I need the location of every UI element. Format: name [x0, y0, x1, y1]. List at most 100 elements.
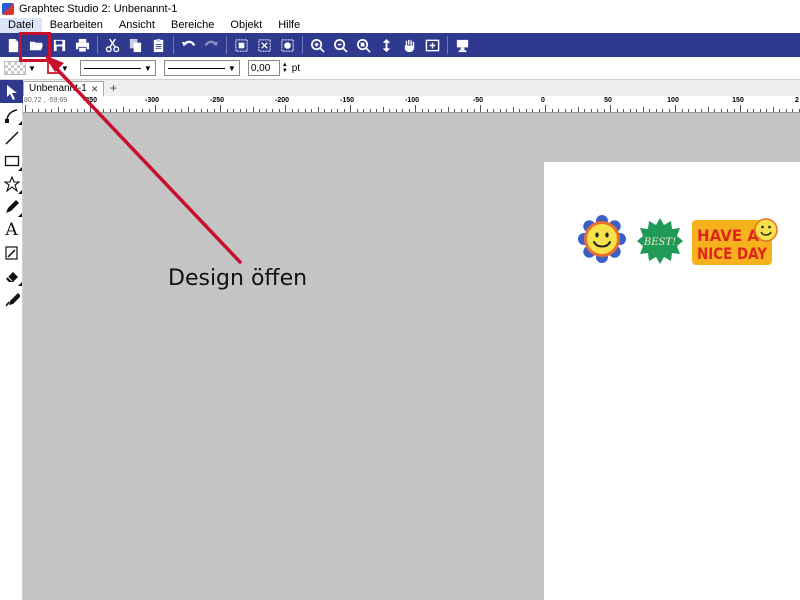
- nice-day-line-2: NICE DAY: [697, 244, 767, 263]
- ruler-tick: [714, 109, 715, 112]
- ruler-tick: [408, 109, 410, 112]
- ruler-tick: [480, 105, 481, 112]
- cut-icon[interactable]: [101, 34, 124, 56]
- ruler-tick: [512, 107, 514, 112]
- line-width-input[interactable]: [247, 60, 280, 76]
- ruler-tick: [506, 109, 507, 112]
- ruler-tick: [51, 109, 52, 112]
- ruler-tick: [441, 109, 442, 112]
- ruler-tick: [558, 109, 559, 112]
- pan-hand-icon[interactable]: [398, 34, 421, 56]
- ruler-tick: [571, 109, 572, 112]
- fill-color-swatch[interactable]: [4, 61, 26, 75]
- menu-datei[interactable]: Datei: [0, 18, 42, 33]
- ruler-tick: [746, 109, 748, 112]
- menu-objekt[interactable]: Objekt: [222, 18, 270, 33]
- trace-image-icon[interactable]: [0, 241, 23, 264]
- ruler-tick: [798, 109, 800, 112]
- line-style-select[interactable]: ▼: [79, 60, 156, 76]
- menu-bar: Datei Bearbeiten Ansicht Bereiche Objekt…: [0, 18, 800, 33]
- nice-day-sticker[interactable]: HAVE A NICE DAY: [691, 217, 779, 267]
- ungroup-icon[interactable]: [253, 34, 276, 56]
- ruler-tick: [519, 109, 520, 112]
- line-end-select[interactable]: ▼: [163, 60, 240, 76]
- paste-icon[interactable]: [147, 34, 170, 56]
- zoom-page-icon[interactable]: [421, 34, 444, 56]
- smiley-flower-sticker[interactable]: [578, 215, 626, 263]
- ruler-tick: [454, 109, 455, 112]
- trace-icon[interactable]: [276, 34, 299, 56]
- ruler-tick: [460, 109, 462, 112]
- move-icon[interactable]: [375, 34, 398, 56]
- menu-bearbeiten[interactable]: Bearbeiten: [42, 18, 111, 33]
- line-width-stepper[interactable]: ▲ ▼: [282, 62, 288, 74]
- star-tool-icon[interactable]: [0, 172, 23, 195]
- menu-ansicht[interactable]: Ansicht: [111, 18, 163, 33]
- fill-dropdown-arrow-icon[interactable]: ▼: [28, 64, 36, 73]
- nice-day-line-1: HAVE A: [697, 226, 760, 245]
- ruler-tick: [272, 109, 273, 112]
- ruler-tick: [174, 109, 176, 112]
- menu-hilfe[interactable]: Hilfe: [270, 18, 308, 33]
- send-to-cutter-icon[interactable]: [451, 34, 474, 56]
- toolbar-separator: [97, 36, 98, 54]
- ruler-label: 2: [795, 97, 799, 104]
- tab-unbenannt-1[interactable]: Unbenannt-1 ✕: [23, 81, 105, 96]
- zoom-fit-icon[interactable]: [352, 34, 375, 56]
- ruler-tick: [766, 109, 767, 112]
- text-tool-icon[interactable]: A: [0, 218, 23, 241]
- undo-icon[interactable]: [177, 34, 200, 56]
- toolbar-separator: [302, 36, 303, 54]
- best-badge-sticker[interactable]: BEST!: [636, 217, 684, 265]
- open-button-highlight: [19, 32, 51, 62]
- ruler-label: -300: [144, 97, 160, 104]
- ruler-tick: [610, 105, 611, 112]
- chevron-down-icon: ▼: [143, 63, 152, 73]
- close-icon[interactable]: ✕: [91, 82, 99, 96]
- ruler-tick: [389, 109, 390, 112]
- ruler-tick: [38, 109, 39, 112]
- group-icon[interactable]: [230, 34, 253, 56]
- node-edit-icon[interactable]: [0, 103, 23, 126]
- line-tool-icon[interactable]: [0, 126, 23, 149]
- ruler-tick: [701, 109, 702, 112]
- horizontal-ruler[interactable]: -350 -300 -250 -200 -150 -100 -50 0 50 1…: [23, 96, 800, 113]
- redo-icon[interactable]: [200, 34, 223, 56]
- stroke-color-swatch[interactable]: [46, 62, 59, 74]
- ruler-tick: [181, 109, 182, 112]
- ruler-tick: [623, 109, 624, 112]
- zoom-out-icon[interactable]: [329, 34, 352, 56]
- ruler-tick: [376, 109, 377, 112]
- ruler-tick: [577, 107, 579, 112]
- ruler-tick: [311, 109, 312, 112]
- menu-bereiche[interactable]: Bereiche: [163, 18, 222, 33]
- property-bar: ▼ ▼ ▼ ▼ ▲▼ pt: [0, 57, 800, 80]
- ruler-tick: [304, 109, 306, 112]
- ruler-label: -350: [82, 97, 98, 104]
- ruler-tick: [148, 109, 150, 112]
- zoom-in-icon[interactable]: [306, 34, 329, 56]
- ruler-tick: [77, 109, 78, 112]
- ruler-tick: [415, 105, 416, 112]
- ruler-label: -200: [274, 97, 290, 104]
- ruler-tick: [187, 107, 189, 112]
- ruler-tick: [727, 109, 728, 112]
- ruler-tick: [57, 107, 59, 112]
- save-icon[interactable]: [48, 34, 71, 56]
- pencil-tool-icon[interactable]: [0, 195, 23, 218]
- print-icon[interactable]: [71, 34, 94, 56]
- eraser-tool-icon[interactable]: [0, 264, 23, 287]
- ruler-tick: [252, 107, 254, 112]
- best-badge-text: BEST!: [643, 237, 676, 248]
- ruler-label: 0: [541, 97, 545, 104]
- ruler-tick: [597, 109, 598, 112]
- select-arrow-icon[interactable]: [0, 80, 23, 103]
- knife-tool-icon[interactable]: [0, 287, 23, 310]
- stroke-dropdown-arrow-icon[interactable]: ▼: [61, 64, 69, 73]
- rectangle-tool-icon[interactable]: [0, 149, 23, 172]
- ruler-tick: [772, 107, 774, 112]
- ruler-tick: [246, 109, 247, 112]
- copy-icon[interactable]: [124, 34, 147, 56]
- ruler-label: 50: [604, 97, 612, 104]
- add-tab-button[interactable]: +: [106, 82, 120, 96]
